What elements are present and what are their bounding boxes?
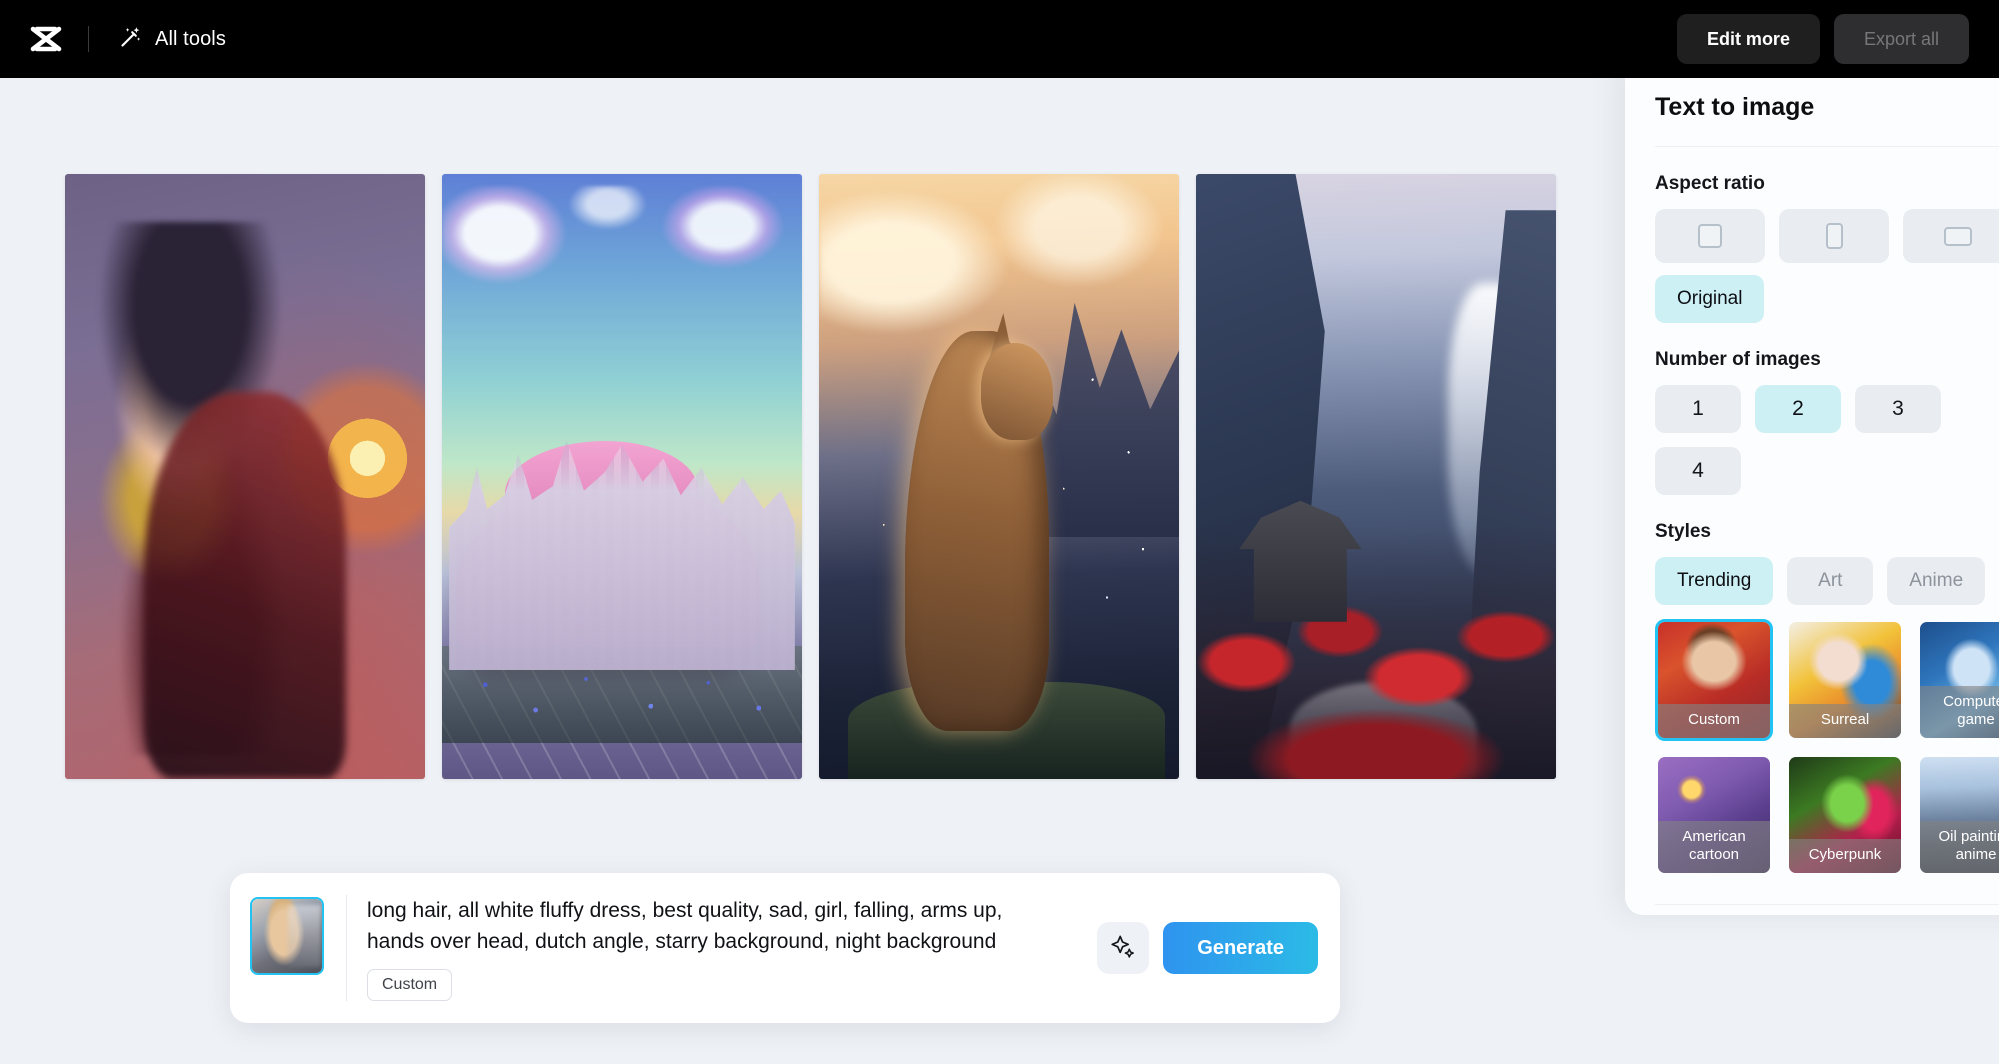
aspect-ratio-original-button[interactable]: Original [1655, 275, 1765, 323]
prompt-actions: Generate [1097, 922, 1318, 974]
image-art-warrior [65, 174, 425, 779]
image-art-castle [442, 174, 802, 779]
prompt-bar: long hair, all white fluffy dress, best … [230, 873, 1340, 1023]
style-card-label: Custom [1658, 704, 1770, 738]
header-actions: Edit more Export all [1676, 14, 1999, 64]
panel-body: Aspect ratio Original Number of images 1… [1625, 173, 1999, 876]
style-card-american-cartoon[interactable]: American cartoon [1655, 754, 1773, 876]
image-art-valley [1196, 174, 1556, 779]
generated-image-2[interactable] [442, 174, 802, 779]
style-tab-anime[interactable]: Anime [1887, 557, 1986, 605]
style-card-label: Cyberpunk [1789, 839, 1901, 873]
capcut-logo-icon[interactable] [28, 23, 64, 55]
number-of-images-1-button[interactable]: 1 [1655, 385, 1741, 433]
generated-image-4[interactable] [1196, 174, 1556, 779]
export-all-button[interactable]: Export all [1833, 14, 1969, 64]
generate-button[interactable]: Generate [1163, 922, 1318, 974]
aspect-ratio-original-row: Original [1655, 275, 1999, 323]
sparkle-icon-button[interactable] [1097, 922, 1150, 974]
pink-car [456, 441, 759, 671]
style-tab-art[interactable]: Art [1787, 557, 1874, 605]
number-of-images-2-button[interactable]: 2 [1755, 385, 1841, 433]
edit-more-button[interactable]: Edit more [1676, 14, 1820, 64]
prompt-divider [346, 895, 347, 1001]
portrait-ratio-icon [1825, 223, 1843, 249]
style-card-label: Computer game [1920, 686, 1999, 738]
style-card-custom[interactable]: Custom [1655, 619, 1773, 741]
number-of-images-label: Number of images [1655, 349, 1821, 370]
cat-head [981, 343, 1053, 441]
style-card-cyberpunk[interactable]: Cyberpunk [1786, 754, 1904, 876]
advanced-settings-label[interactable]: Advanced settings [1625, 905, 1999, 915]
all-tools-button[interactable]: All tools [111, 19, 234, 60]
red-foliage [1196, 524, 1556, 779]
aspect-ratio-square-button[interactable] [1655, 209, 1765, 263]
styles-tabs: Trending Art Anime [1655, 557, 1999, 605]
text-to-image-panel: Text to image Aspect ratio Original Numb… [1625, 60, 1999, 915]
generated-image-1[interactable] [65, 174, 425, 779]
top-bar: All tools Edit more Export all [0, 0, 1999, 78]
landscape-ratio-icon [1944, 226, 1972, 246]
reference-image-art [252, 899, 322, 973]
magic-wand-icon [119, 25, 143, 54]
prompt-body: long hair, all white fluffy dress, best … [367, 895, 1081, 1001]
generated-image-3[interactable] [819, 174, 1179, 779]
all-tools-label: All tools [155, 27, 226, 50]
aspect-ratio-label: Aspect ratio [1655, 173, 1765, 194]
prompt-input[interactable]: long hair, all white fluffy dress, best … [367, 895, 1057, 957]
styles-grid: Custom Surreal Computer game American ca… [1655, 619, 1999, 876]
aspect-ratio-portrait-button[interactable] [1779, 209, 1889, 263]
aspect-ratio-options [1655, 209, 1999, 263]
reference-image-thumbnail[interactable] [250, 897, 324, 975]
panel-divider [1655, 146, 1999, 147]
style-card-oil-painting-anime[interactable]: Oil painting anime [1917, 754, 1999, 876]
styles-label: Styles [1655, 521, 1711, 542]
prompt-style-tag[interactable]: Custom [367, 969, 453, 1001]
style-card-computer-game[interactable]: Computer game [1917, 619, 1999, 741]
header-divider [88, 26, 89, 52]
style-card-label: Surreal [1789, 704, 1901, 738]
flower-bed [442, 645, 802, 743]
aspect-ratio-landscape-button[interactable] [1903, 209, 1999, 263]
style-card-label: American cartoon [1658, 821, 1770, 873]
style-card-label: Oil painting anime [1920, 821, 1999, 873]
number-of-images-3-button[interactable]: 3 [1855, 385, 1941, 433]
number-of-images-4-button[interactable]: 4 [1655, 447, 1741, 495]
number-of-images-options: 1 2 3 4 [1655, 385, 1999, 495]
image-art-cat [819, 174, 1179, 779]
sparkle-icon [1110, 934, 1136, 963]
style-card-surreal[interactable]: Surreal [1786, 619, 1904, 741]
square-ratio-icon [1698, 224, 1722, 248]
style-tab-trending[interactable]: Trending [1655, 557, 1774, 605]
generated-images-grid [65, 174, 1556, 779]
